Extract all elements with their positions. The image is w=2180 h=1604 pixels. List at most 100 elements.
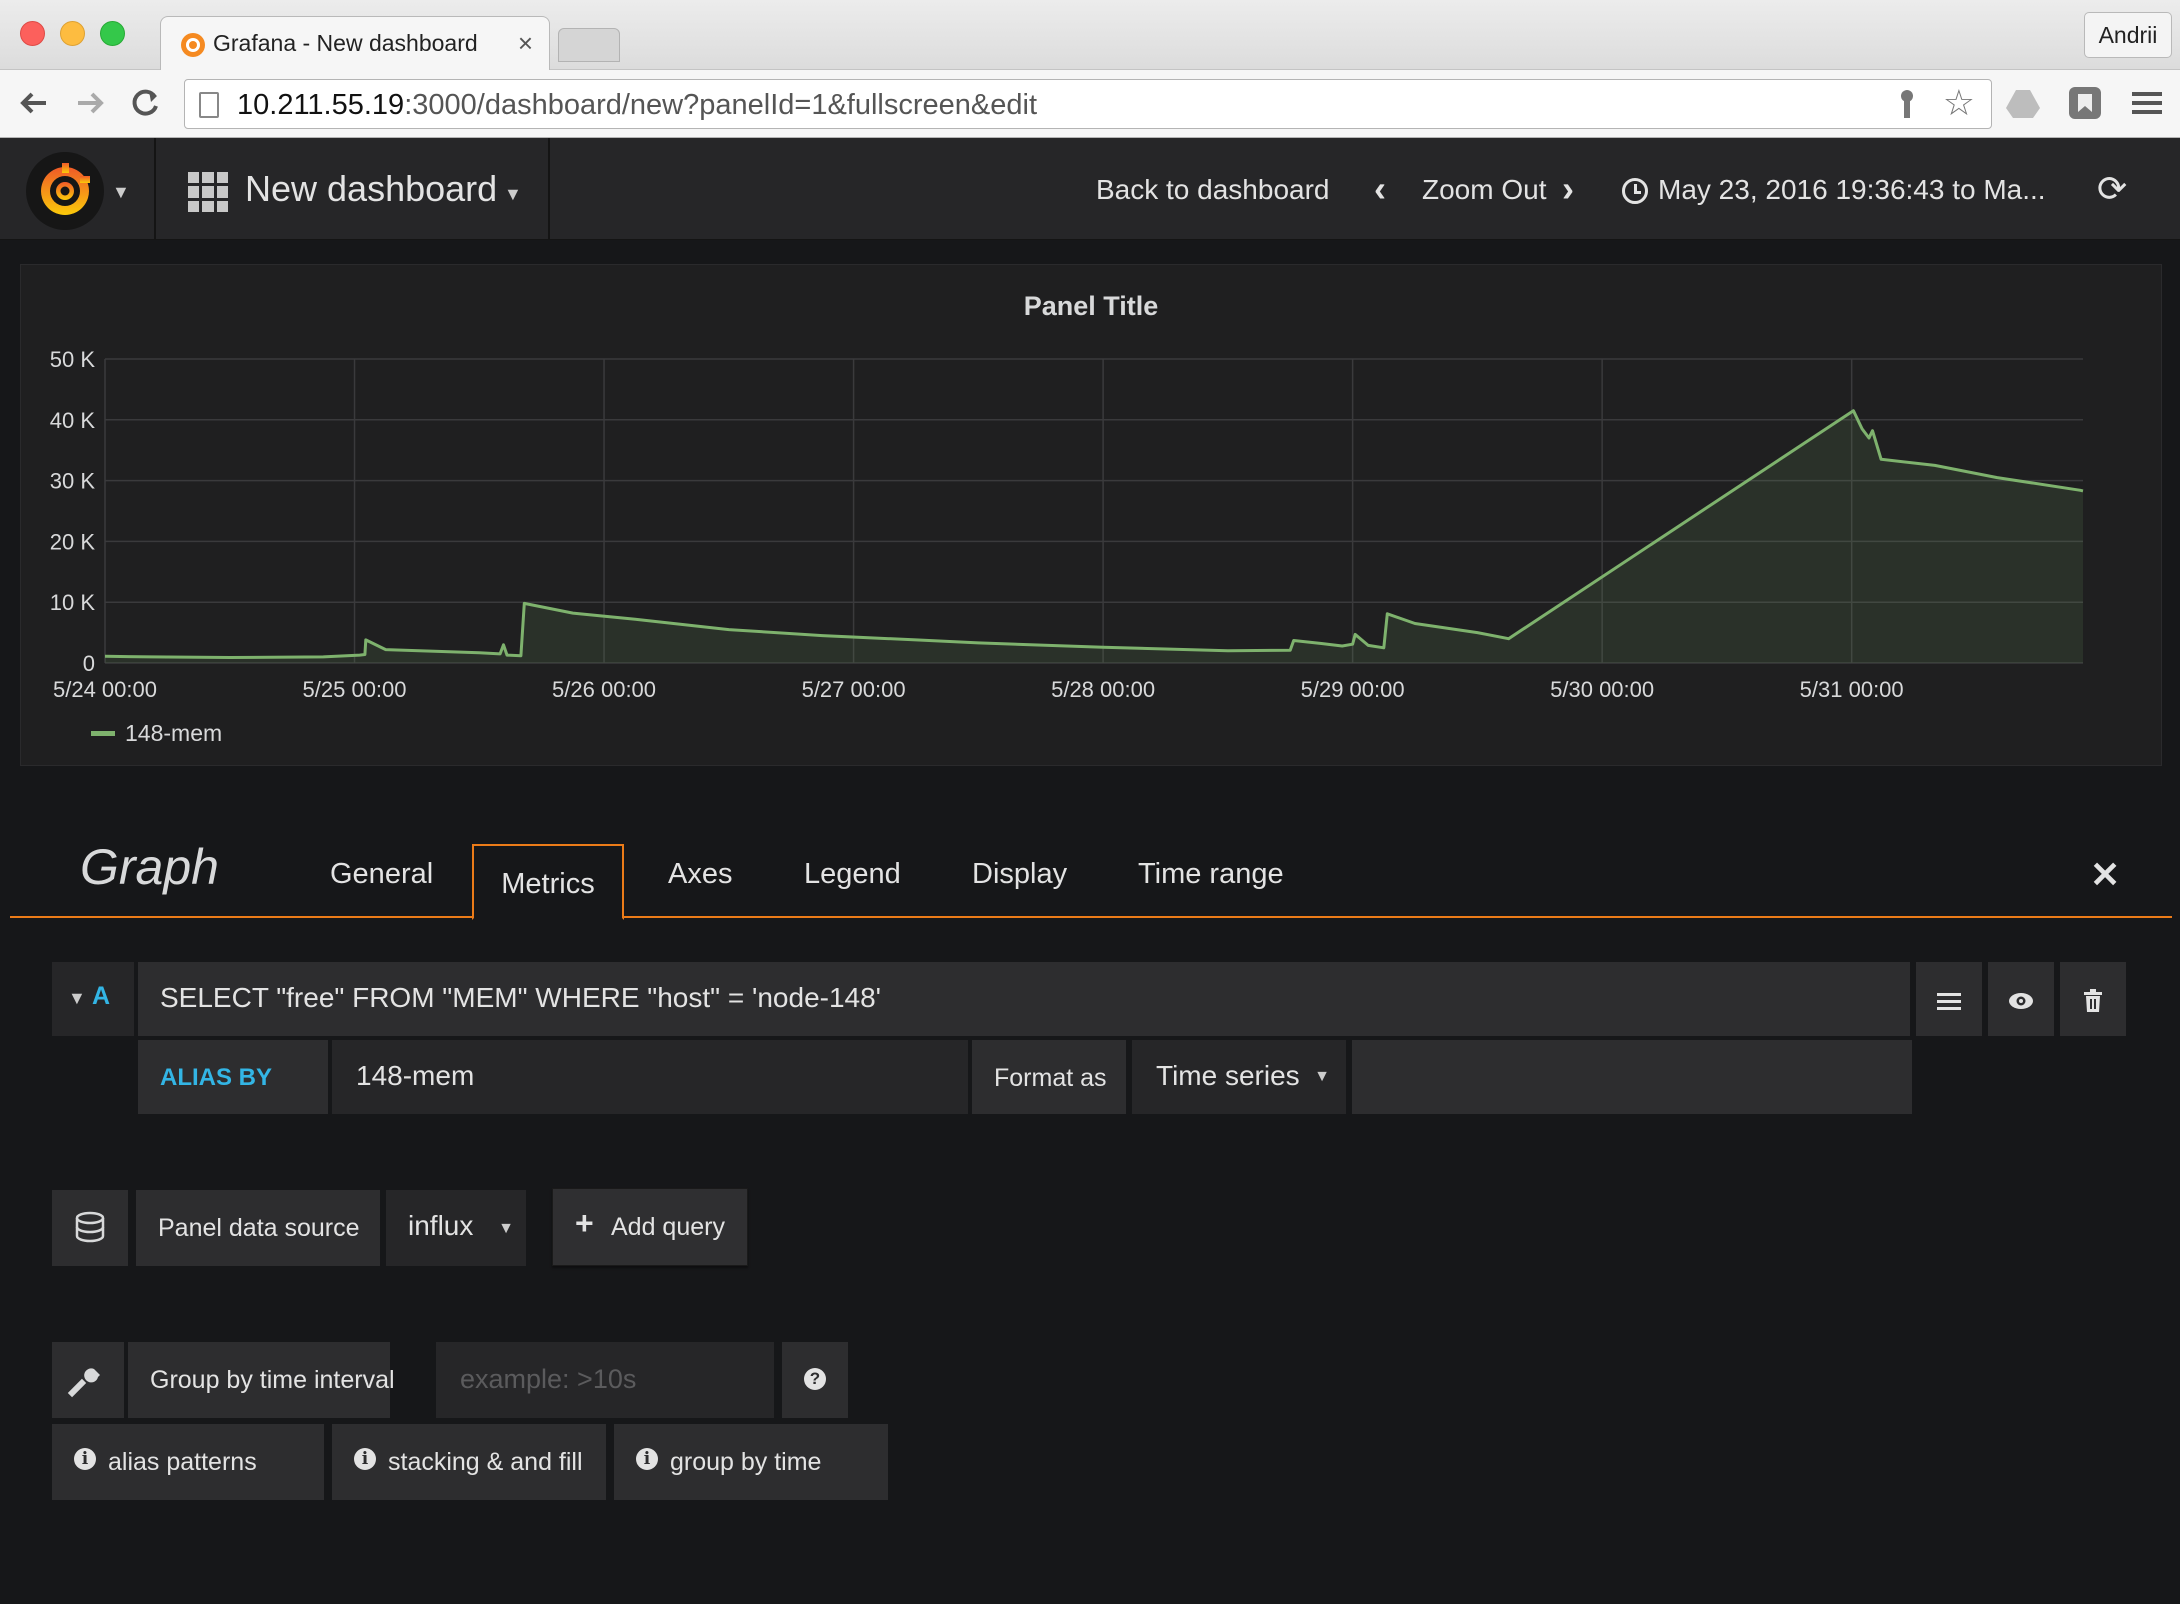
window-maximize-button[interactable] — [100, 21, 125, 46]
alias-patterns-help[interactable]: i alias patterns — [52, 1424, 324, 1500]
query-editor[interactable]: SELECT "free" FROM "MEM" WHERE "host" = … — [138, 962, 1910, 1036]
trash-icon[interactable] — [2060, 962, 2126, 1036]
format-as-value[interactable]: Time series — [1156, 1060, 1300, 1092]
stacking-fill-help[interactable]: i stacking & and fill — [332, 1424, 606, 1500]
window-close-button[interactable] — [20, 21, 45, 46]
query-row-filler — [1352, 1040, 1912, 1114]
info-icon: i — [636, 1448, 658, 1470]
group-by-time-help[interactable]: i group by time — [614, 1424, 888, 1500]
x-tick-label: 5/29 00:00 — [1301, 677, 1405, 702]
legend: 148-mem — [91, 720, 222, 747]
graph-panel: Panel Title 0 10 K 20 K 30 K 40 K 50 K 5/24 00… — [20, 264, 2162, 766]
tab-close-icon[interactable]: × — [518, 28, 533, 59]
star-icon[interactable]: ☆ — [1943, 82, 1975, 124]
tab-title: Grafana - New dashboard — [213, 30, 478, 56]
extension-icon[interactable] — [2066, 84, 2104, 122]
y-tick-label: 50 K — [50, 347, 96, 372]
window-minimize-button[interactable] — [60, 21, 85, 46]
address-bar[interactable]: 10.211.55.19:3000/dashboard/new?panelId=… — [184, 79, 1992, 129]
query-text[interactable]: SELECT "free" FROM "MEM" WHERE "host" = … — [160, 982, 881, 1014]
browser-tab[interactable]: Grafana - New dashboard × — [160, 16, 550, 71]
tab-metrics[interactable]: Metrics — [472, 844, 624, 920]
new-tab-button[interactable] — [558, 28, 620, 62]
zoom-out-button[interactable]: Zoom Out — [1422, 174, 1546, 206]
alias-by-input[interactable]: 148-mem — [332, 1040, 968, 1114]
back-arrow-icon[interactable] — [14, 82, 56, 124]
x-tick-label: 5/26 00:00 — [552, 677, 656, 702]
tab-display[interactable]: Display — [972, 858, 1067, 891]
stacking-fill-label[interactable]: stacking & and fill — [388, 1448, 583, 1477]
y-tick-label: 0 — [83, 651, 95, 676]
navbar-divider — [548, 138, 550, 240]
tab-time-range[interactable]: Time range — [1138, 858, 1284, 891]
y-tick-label: 40 K — [50, 408, 96, 433]
dashboard-title[interactable]: New dashboard — [245, 168, 497, 210]
dashboard-caret-icon[interactable]: ▼ — [504, 184, 522, 205]
refresh-icon[interactable]: ⟳ — [2097, 168, 2127, 210]
x-tick-label: 5/30 00:00 — [1550, 677, 1654, 702]
alias-value[interactable]: 148-mem — [356, 1060, 474, 1092]
question-icon[interactable]: ? — [782, 1342, 848, 1418]
key-icon[interactable] — [1895, 88, 1919, 129]
format-as-select[interactable]: Time series ▼ — [1132, 1040, 1346, 1114]
clock-icon — [1622, 178, 1648, 204]
y-tick-label: 20 K — [50, 529, 96, 554]
x-tick-label: 5/24 00:00 — [53, 677, 157, 702]
wrench-icon — [52, 1342, 124, 1418]
browser-titlebar: Grafana - New dashboard × Andrii — [0, 0, 2180, 71]
url-text[interactable]: 10.211.55.19:3000/dashboard/new?panelId=… — [237, 89, 1037, 122]
logo-caret-icon[interactable]: ▼ — [112, 182, 130, 203]
legend-series-label[interactable]: 148-mem — [125, 720, 222, 747]
browser-toolbar: 10.211.55.19:3000/dashboard/new?panelId=… — [0, 70, 2180, 138]
chevron-down-icon[interactable]: ▼ — [1314, 1068, 1330, 1086]
alias-by-label: ALIAS BY — [138, 1040, 328, 1114]
eye-icon[interactable] — [1988, 962, 2054, 1036]
data-source-value[interactable]: influx — [408, 1210, 473, 1242]
grafana-favicon-icon — [181, 33, 205, 57]
alias-patterns-label[interactable]: alias patterns — [108, 1448, 257, 1477]
page-icon — [199, 92, 219, 118]
x-tick-label: 5/28 00:00 — [1051, 677, 1155, 702]
forward-arrow-icon[interactable] — [68, 82, 110, 124]
drive-icon[interactable] — [2004, 84, 2042, 122]
editor-title: Graph — [80, 839, 219, 895]
y-tick-label: 30 K — [50, 469, 96, 494]
collapse-caret-icon[interactable]: ▼ — [68, 988, 86, 1009]
group-by-time-label: Group by time interval — [128, 1342, 395, 1418]
group-by-time-input[interactable]: example: >10s — [436, 1342, 774, 1418]
group-by-time-label[interactable]: group by time — [670, 1448, 821, 1477]
menu-icon[interactable] — [2128, 84, 2166, 122]
x-tick-label: 5/25 00:00 — [303, 677, 407, 702]
group-by-placeholder[interactable]: example: >10s — [460, 1364, 636, 1395]
legend-swatch[interactable] — [91, 731, 115, 736]
navbar-divider — [154, 138, 156, 240]
dashboard-grid-icon — [188, 172, 228, 212]
tab-general[interactable]: General — [330, 858, 433, 891]
query-row-toggle[interactable]: ▼ A — [52, 962, 134, 1036]
tab-axes[interactable]: Axes — [668, 858, 732, 891]
panel-data-source-label: Panel data source — [136, 1190, 380, 1266]
add-query-button[interactable]: + Add query — [552, 1188, 748, 1266]
time-shift-forward-icon[interactable]: › — [1562, 168, 1574, 210]
chevron-down-icon[interactable]: ▼ — [498, 1220, 514, 1238]
close-editor-icon[interactable]: ✕ — [2090, 854, 2120, 896]
time-shift-back-icon[interactable]: ‹ — [1374, 168, 1386, 210]
data-source-select[interactable]: influx ▼ — [386, 1190, 526, 1266]
reload-icon[interactable] — [124, 82, 166, 124]
time-range-picker[interactable]: May 23, 2016 19:36:43 to Ma... — [1658, 174, 2046, 206]
y-tick-label: 10 K — [50, 590, 96, 615]
panel-editor-header: Graph General Metrics Axes Legend Displa… — [10, 836, 2172, 920]
format-as-label: Format as — [972, 1040, 1126, 1114]
x-tick-label: 5/31 00:00 — [1800, 677, 1904, 702]
grafana-logo-icon[interactable] — [26, 152, 104, 230]
database-icon — [52, 1190, 128, 1266]
back-to-dashboard-link[interactable]: Back to dashboard — [1096, 174, 1330, 206]
info-icon: i — [354, 1448, 376, 1470]
profile-button[interactable]: Andrii — [2084, 12, 2172, 58]
info-icon: i — [74, 1448, 96, 1470]
plus-icon: + — [575, 1205, 594, 1241]
query-menu-icon[interactable] — [1916, 962, 1982, 1036]
add-query-label: Add query — [611, 1213, 725, 1241]
tab-legend[interactable]: Legend — [804, 858, 901, 891]
x-tick-label: 5/27 00:00 — [802, 677, 906, 702]
